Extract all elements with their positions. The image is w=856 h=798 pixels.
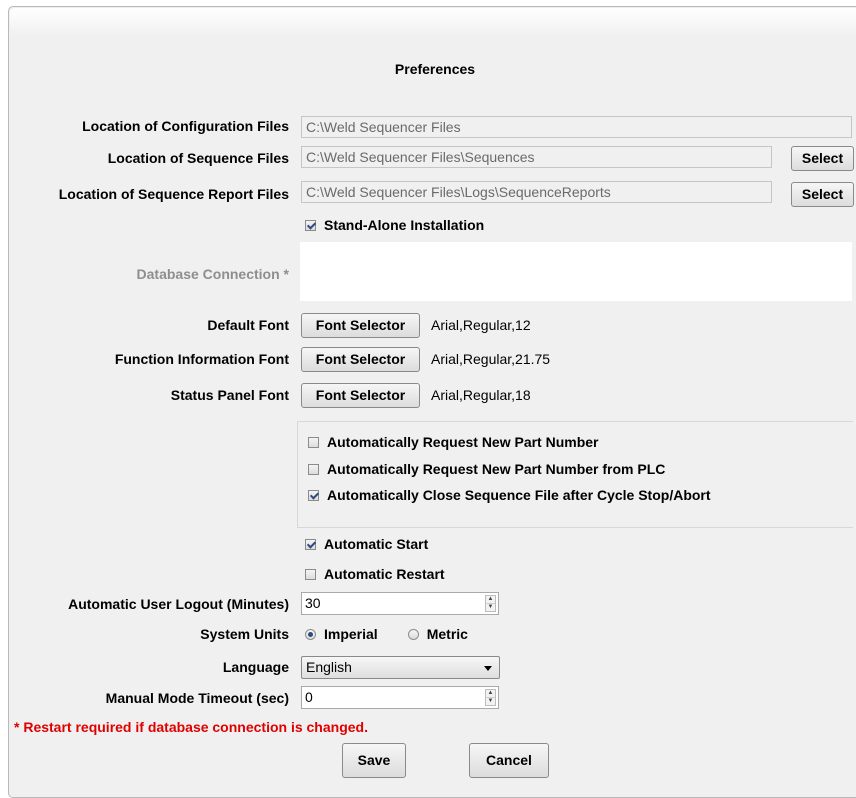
select-report-folder-button[interactable]: Select bbox=[791, 182, 854, 207]
function-font-label: Function Information Font bbox=[114, 351, 289, 367]
logout-minutes-label: Automatic User Logout (Minutes) bbox=[68, 596, 289, 612]
imperial-label: Imperial bbox=[324, 626, 378, 642]
manual-timeout-spinner[interactable]: ▲ ▼ bbox=[485, 689, 496, 706]
sequence-files-label: Location of Sequence Files bbox=[107, 150, 289, 166]
default-font-selector-button[interactable]: Font Selector bbox=[301, 313, 420, 338]
auto-request-part-plc-checkbox[interactable] bbox=[308, 463, 319, 475]
cancel-button[interactable]: Cancel bbox=[469, 743, 549, 778]
language-select[interactable]: English bbox=[301, 656, 500, 679]
logout-minutes-value: 30 bbox=[305, 595, 321, 611]
automatic-start-checkbox[interactable] bbox=[305, 538, 316, 550]
status-panel-font-selector-button[interactable]: Font Selector bbox=[301, 383, 420, 408]
automatic-restart-checkbox[interactable] bbox=[305, 568, 316, 580]
automatic-restart-row[interactable]: Automatic Restart bbox=[305, 565, 445, 583]
spin-down-icon[interactable]: ▼ bbox=[486, 698, 495, 705]
standalone-checkbox[interactable] bbox=[305, 219, 316, 231]
logout-minutes-spinner[interactable]: ▲ ▼ bbox=[485, 595, 496, 612]
language-label: Language bbox=[222, 659, 289, 675]
metric-label: Metric bbox=[426, 626, 468, 642]
spin-down-icon[interactable]: ▼ bbox=[486, 604, 495, 611]
chevron-down-icon bbox=[484, 666, 492, 671]
report-files-label: Location of Sequence Report Files bbox=[58, 186, 289, 202]
standalone-label: Stand-Alone Installation bbox=[324, 217, 485, 233]
automatic-start-label: Automatic Start bbox=[324, 536, 429, 552]
standalone-checkbox-row[interactable]: Stand-Alone Installation bbox=[305, 216, 484, 234]
dialog-title-bar bbox=[10, 8, 856, 36]
system-units-label: System Units bbox=[200, 626, 289, 642]
config-files-label: Location of Configuration Files bbox=[82, 118, 289, 134]
default-font-label: Default Font bbox=[207, 317, 289, 333]
select-sequence-folder-button[interactable]: Select bbox=[791, 146, 854, 171]
logout-minutes-input[interactable]: 30 ▲ ▼ bbox=[301, 592, 499, 615]
spin-up-icon[interactable]: ▲ bbox=[486, 596, 495, 604]
database-connection-input bbox=[300, 242, 852, 301]
auto-close-sequence-row[interactable]: Automatically Close Sequence File after … bbox=[308, 486, 711, 504]
metric-radio[interactable] bbox=[407, 628, 419, 640]
config-files-field: C:\Weld Sequencer Files bbox=[301, 116, 852, 138]
status-panel-font-label: Status Panel Font bbox=[170, 387, 289, 403]
auto-request-part-plc-label: Automatically Request New Part Number fr… bbox=[327, 461, 666, 477]
auto-request-part-label: Automatically Request New Part Number bbox=[327, 434, 599, 450]
report-files-field: C:\Weld Sequencer Files\Logs\SequenceRep… bbox=[301, 181, 772, 203]
sequence-files-field: C:\Weld Sequencer Files\Sequences bbox=[301, 146, 772, 168]
automatic-start-row[interactable]: Automatic Start bbox=[305, 535, 428, 553]
imperial-radio[interactable] bbox=[305, 628, 316, 640]
save-button[interactable]: Save bbox=[342, 743, 406, 778]
auto-request-part-row[interactable]: Automatically Request New Part Number bbox=[308, 433, 599, 451]
restart-warning: * Restart required if database connectio… bbox=[14, 719, 368, 735]
language-value: English bbox=[306, 659, 352, 675]
auto-request-part-plc-row[interactable]: Automatically Request New Part Number fr… bbox=[308, 460, 665, 478]
dialog-title: Preferences bbox=[394, 61, 476, 77]
auto-close-sequence-label: Automatically Close Sequence File after … bbox=[327, 487, 711, 503]
automatic-restart-label: Automatic Restart bbox=[324, 566, 445, 582]
database-connection-label: Database Connection * bbox=[136, 266, 289, 282]
spin-up-icon[interactable]: ▲ bbox=[486, 690, 495, 698]
function-font-value: Arial,Regular,21.75 bbox=[431, 351, 551, 367]
manual-timeout-value: 0 bbox=[305, 689, 313, 705]
system-units-radio-group: Imperial Metric bbox=[305, 626, 468, 642]
manual-timeout-input[interactable]: 0 ▲ ▼ bbox=[301, 686, 499, 709]
manual-timeout-label: Manual Mode Timeout (sec) bbox=[105, 690, 289, 706]
default-font-value: Arial,Regular,12 bbox=[431, 317, 531, 333]
auto-close-sequence-checkbox[interactable] bbox=[308, 489, 319, 501]
status-panel-font-value: Arial,Regular,18 bbox=[431, 387, 531, 403]
function-font-selector-button[interactable]: Font Selector bbox=[301, 347, 420, 372]
auto-request-part-checkbox[interactable] bbox=[308, 436, 319, 448]
